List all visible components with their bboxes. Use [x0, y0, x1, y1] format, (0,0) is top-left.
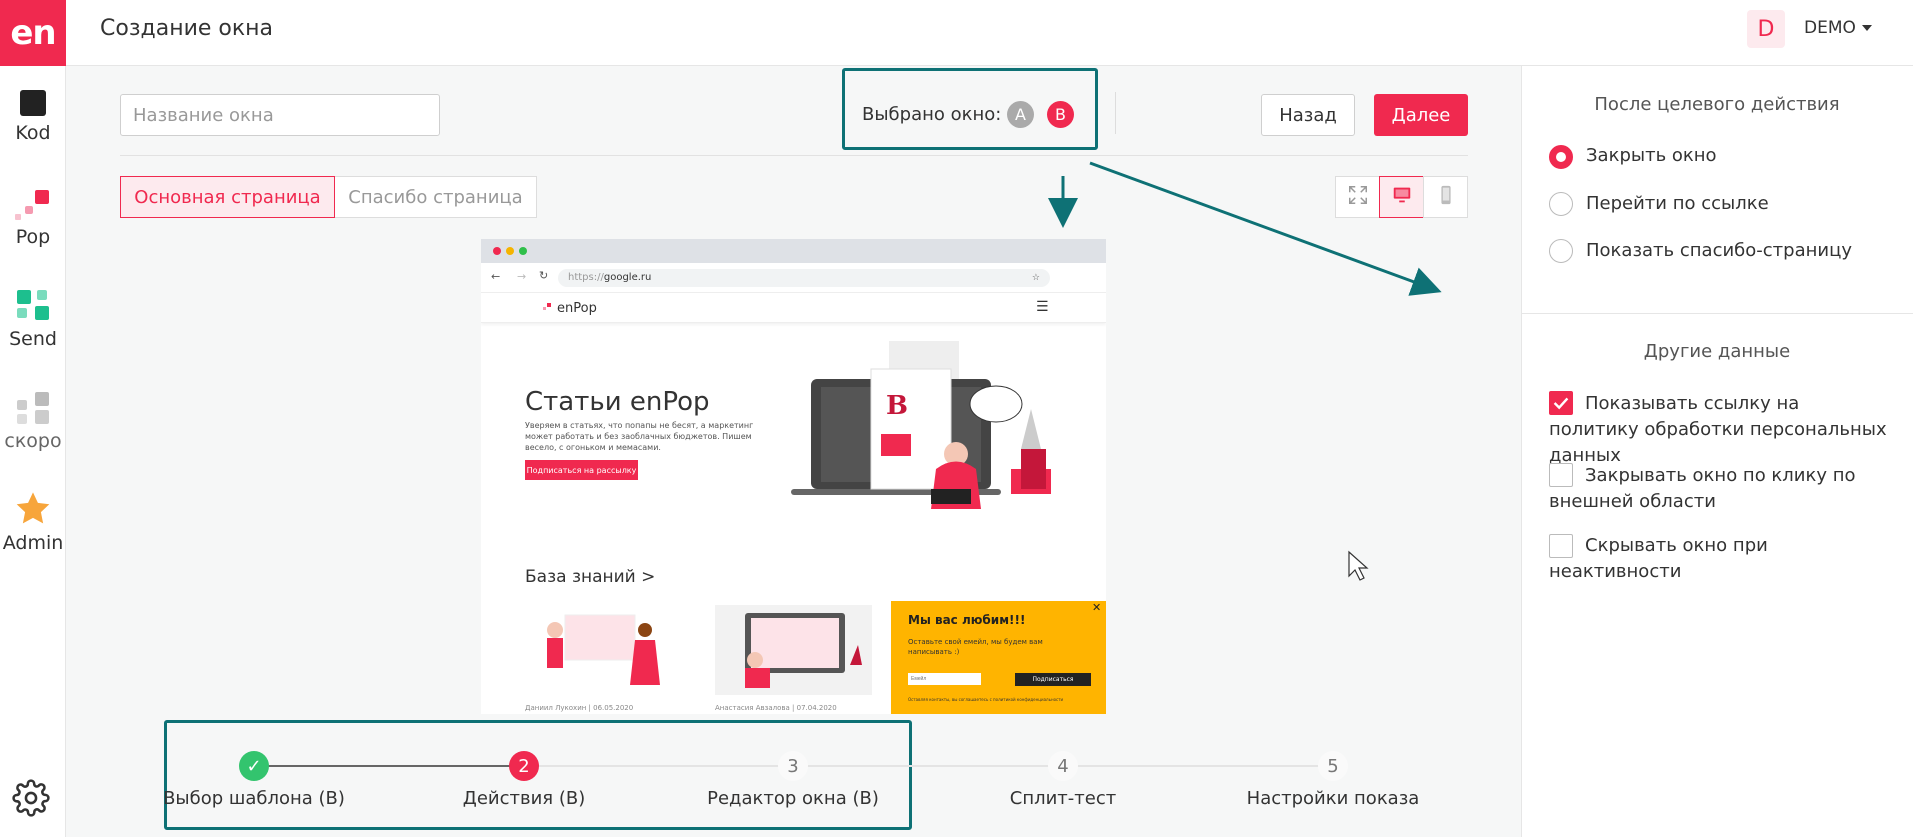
view-desktop-button[interactable]: [1379, 176, 1424, 218]
gear-icon[interactable]: [12, 779, 50, 817]
tab-thanks-page[interactable]: Спасибо страница: [335, 176, 537, 218]
step-3-label[interactable]: Редактор окна (B): [663, 788, 923, 809]
window-preview: ← → ↻ https://google.ru ☆ ☰ enPop Статьи…: [481, 239, 1106, 714]
send-squares-icon: [15, 288, 51, 324]
forward-arrow-icon: →: [517, 270, 527, 283]
sidebar-item-send[interactable]: Send: [0, 288, 66, 350]
mobile-icon: [1435, 184, 1457, 210]
popup-preview: ✕ Мы вас любим!!! Оставьте свой емейл, м…: [891, 601, 1106, 714]
step-connector-done: [254, 765, 524, 767]
article-card-image-2: [715, 605, 872, 695]
menu-icon: ☰: [1036, 299, 1049, 315]
sidebar-item-pop[interactable]: Pop: [0, 188, 66, 248]
star-icon: [14, 490, 52, 528]
soon-squares-icon: [15, 390, 51, 426]
pop-squares-icon: [13, 188, 53, 222]
window-name-input[interactable]: [120, 94, 440, 136]
knowledge-base-title: База знаний >: [525, 567, 656, 587]
svg-text:B: B: [886, 391, 908, 421]
view-mobile-button[interactable]: [1423, 176, 1468, 218]
hero-illustration: B: [791, 341, 1051, 509]
sidebar: en Kod Pop Send скоро Admin: [0, 0, 66, 837]
checkbox-label[interactable]: Закрывать окно по клику по внешней облас…: [1549, 463, 1889, 515]
sidebar-item-soon: скоро: [0, 390, 66, 452]
minimize-dot-icon: [506, 247, 514, 255]
sidebar-item-label: Pop: [15, 226, 51, 248]
back-button[interactable]: Назад: [1261, 94, 1355, 136]
step-5-circle[interactable]: 5: [1318, 751, 1348, 781]
app-logo[interactable]: en: [0, 0, 66, 66]
step-4-circle[interactable]: 4: [1048, 751, 1078, 781]
popup-text: Оставьте свой емейл, мы будем вам напиcы…: [908, 638, 1043, 656]
avatar[interactable]: D: [1747, 10, 1785, 48]
radio-close-window[interactable]: [1549, 145, 1573, 169]
sidebar-item-label: Kod: [15, 122, 51, 144]
selected-window-label: Выбрано окно:: [862, 104, 1002, 125]
radio-show-thanks-page[interactable]: [1549, 239, 1573, 263]
sidebar-item-label: Send: [9, 328, 57, 350]
divider: [1115, 92, 1116, 134]
checkbox-label[interactable]: Скрывать окно при неактивности: [1549, 533, 1889, 585]
variant-a-button[interactable]: A: [1007, 101, 1034, 128]
popup-subscribe-button: Подписаться: [1015, 673, 1091, 686]
checkbox-label[interactable]: Показывать ссылку на политику обработки …: [1549, 391, 1889, 469]
close-dot-icon: [493, 247, 501, 255]
divider: [120, 155, 1468, 156]
browser-titlebar: [481, 239, 1106, 263]
step-1-done-icon[interactable]: ✓: [239, 751, 269, 781]
page-title: Создание окна: [100, 16, 274, 41]
sidebar-item-label: Admin: [2, 532, 64, 554]
maximize-dot-icon: [519, 247, 527, 255]
kod-square-icon: [18, 88, 48, 118]
step-2-circle[interactable]: 2: [509, 751, 539, 781]
hero-text: Уверяем в статьях, что попапы не бесят, …: [525, 421, 754, 452]
popup-note: Оставляя контакты, вы соглашаетесь с пол…: [908, 697, 1064, 702]
variant-b-button[interactable]: B: [1047, 101, 1074, 128]
article-meta-1: Даниил Лукохин | 06.05.2020: [525, 704, 634, 712]
sidebar-item-label: скоро: [4, 430, 62, 452]
star-icon: ☆: [1031, 273, 1040, 283]
back-arrow-icon: ←: [491, 270, 501, 283]
sidebar-item-kod[interactable]: Kod: [0, 88, 66, 144]
tab-main-page[interactable]: Основная страница: [120, 176, 335, 218]
sidebar-item-admin[interactable]: Admin: [0, 490, 66, 554]
mouse-cursor-icon: [1348, 550, 1369, 581]
step-connector-todo: [524, 765, 1334, 767]
divider: [1521, 313, 1913, 314]
expand-icon: [1347, 184, 1369, 210]
step-4-label[interactable]: Сплит-тест: [933, 788, 1193, 809]
url-prefix: https://: [568, 272, 604, 283]
popup-title: Мы вас любим!!!: [908, 613, 1026, 627]
popup-email-field: [908, 673, 981, 685]
hero-title: Статьи enPop: [525, 387, 710, 417]
step-2-label[interactable]: Действия (B): [394, 788, 654, 809]
radio-label[interactable]: Перейти по ссылке: [1586, 193, 1769, 214]
desktop-icon: [1391, 184, 1413, 210]
url-host: google.ru: [603, 272, 652, 283]
radio-label[interactable]: Показать спасибо-страницу: [1586, 240, 1852, 261]
step-3-circle[interactable]: 3: [778, 751, 808, 781]
radio-label[interactable]: Закрыть окно: [1586, 145, 1717, 166]
hero-subscribe-button: Подписаться на рассылку: [525, 460, 638, 480]
article-card-image-1: [525, 605, 682, 695]
chevron-down-icon[interactable]: [1862, 25, 1872, 31]
address-bar: https://google.ru ☆: [558, 269, 1050, 287]
close-icon: ✕: [1092, 601, 1102, 614]
top-header: Создание окна D DEMO: [66, 0, 1913, 66]
user-menu[interactable]: DEMO: [1804, 18, 1856, 38]
view-fullscreen-button[interactable]: [1335, 176, 1380, 218]
step-5-label[interactable]: Настройки показа: [1203, 788, 1463, 809]
enpop-logo-icon: [543, 303, 551, 311]
next-button[interactable]: Далее: [1374, 94, 1468, 136]
radio-go-to-link[interactable]: [1549, 192, 1573, 216]
reload-icon: ↻: [539, 269, 549, 282]
other-data-heading: Другие данные: [1643, 341, 1791, 362]
article-meta-2: Анастасия Авзалова | 07.04.2020: [715, 704, 837, 712]
step-1-label[interactable]: Выбор шаблона (B): [124, 788, 384, 809]
site-logo: enPop: [557, 301, 597, 316]
after-action-heading: После целевого действия: [1594, 94, 1840, 115]
